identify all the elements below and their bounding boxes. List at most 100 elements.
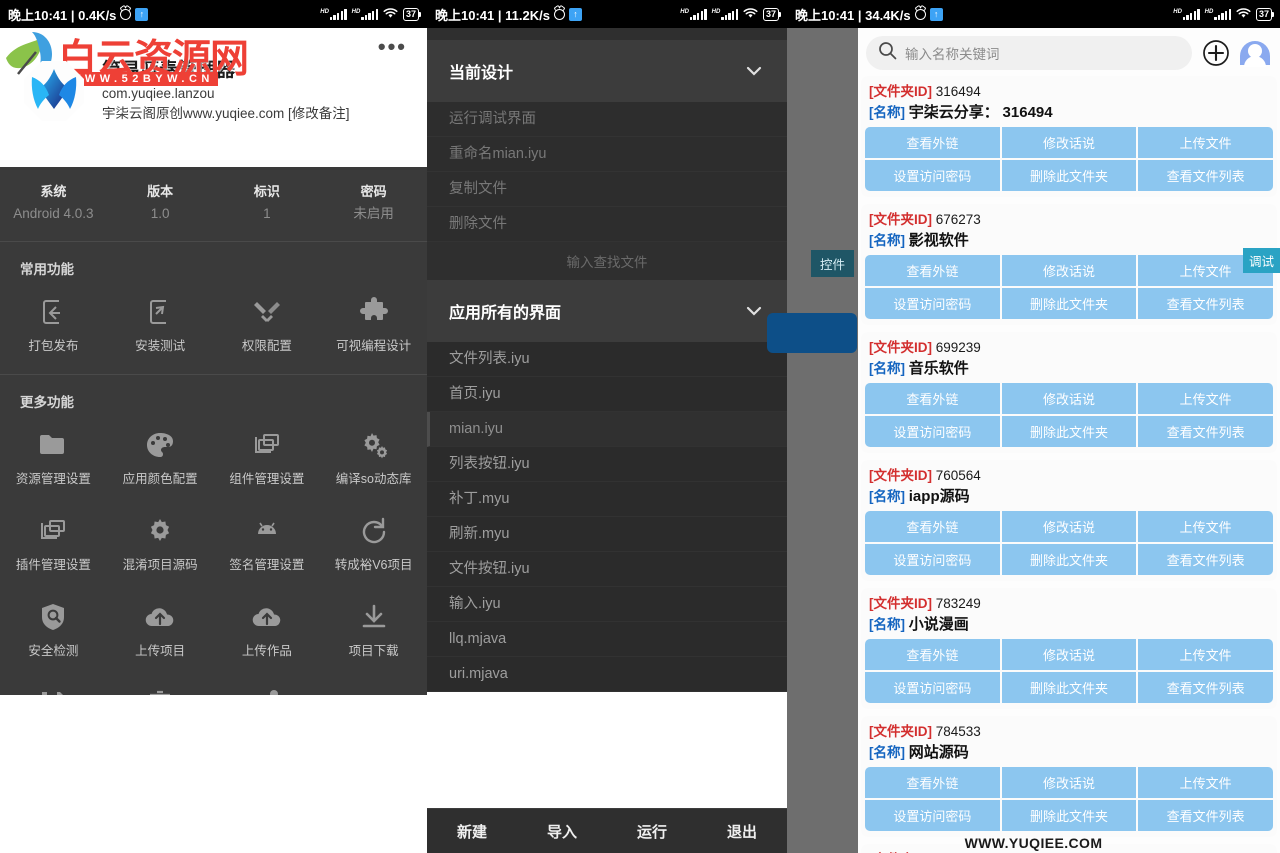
action-view-file-list[interactable]: 查看文件列表 bbox=[1138, 160, 1273, 191]
folder-name-line: [名称] iapp源码 bbox=[865, 486, 1273, 507]
action-delete-folder[interactable]: 删除此文件夹 bbox=[1001, 672, 1137, 703]
action-upload-file[interactable]: 上传文件 bbox=[1138, 127, 1273, 158]
folder-id-value: 676273 bbox=[935, 212, 981, 227]
search-icon bbox=[878, 41, 897, 65]
action-delete-folder[interactable]: 删除此文件夹 bbox=[1001, 160, 1137, 191]
action-view-link[interactable]: 查看外链 bbox=[865, 127, 1000, 158]
file-item[interactable]: uri.mjava bbox=[427, 657, 787, 692]
file-item[interactable]: 文件按钮.iyu bbox=[427, 552, 787, 587]
action-set-password[interactable]: 设置访问密码 bbox=[865, 288, 1000, 319]
action-view-link[interactable]: 查看外链 bbox=[865, 767, 1000, 798]
grid-item-signature-manage[interactable]: 签名管理设置 bbox=[214, 503, 321, 589]
grid-item-backup-project[interactable]: 备份项目 bbox=[0, 675, 107, 695]
file-item[interactable]: 输入.iyu bbox=[427, 587, 787, 622]
action-edit-desc[interactable]: 修改话说 bbox=[1001, 639, 1137, 670]
action-upload-file[interactable]: 上传文件 bbox=[1138, 639, 1273, 670]
toolbar-run-button[interactable]: 运行 bbox=[607, 821, 697, 842]
folder-name-value: 影视软件 bbox=[908, 232, 969, 249]
action-delete-folder[interactable]: 删除此文件夹 bbox=[1001, 288, 1137, 319]
app-icon bbox=[22, 59, 86, 123]
grid-item-package-publish[interactable]: 打包发布 bbox=[0, 284, 107, 370]
grid-item-delete-project[interactable]: 删除项目 bbox=[107, 675, 214, 695]
file-item[interactable]: 列表按钮.iyu bbox=[427, 447, 787, 482]
file-item[interactable]: 文件列表.iyu bbox=[427, 342, 787, 377]
spec-value: 1 bbox=[263, 206, 271, 221]
grid-item-component-manage[interactable]: 组件管理设置 bbox=[214, 417, 321, 503]
menu-item-delete-file[interactable]: 删除文件 bbox=[427, 207, 787, 242]
action-view-file-list[interactable]: 查看文件列表 bbox=[1138, 416, 1273, 447]
action-view-link[interactable]: 查看外链 bbox=[865, 639, 1000, 670]
chevron-down-icon[interactable] bbox=[743, 60, 765, 82]
grid-item-upload-work[interactable]: 上传作品 bbox=[214, 589, 321, 675]
action-edit-desc[interactable]: 修改话说 bbox=[1001, 511, 1137, 542]
grid-item-resource-manage[interactable]: 资源管理设置 bbox=[0, 417, 107, 503]
grid-item-install-test[interactable]: 安装测试 bbox=[107, 284, 214, 370]
grid-item-project-download[interactable]: 项目下载 bbox=[320, 589, 427, 675]
app-note[interactable]: 宇柒云阁原创www.yuqiee.com [修改备注] bbox=[102, 104, 350, 124]
action-delete-folder[interactable]: 删除此文件夹 bbox=[1001, 544, 1137, 575]
toolbar-import-button[interactable]: 导入 bbox=[517, 821, 607, 842]
group-header-all-interfaces[interactable]: 应用所有的界面 bbox=[427, 280, 787, 342]
action-view-file-list[interactable]: 查看文件列表 bbox=[1138, 288, 1273, 319]
action-edit-desc[interactable]: 修改话说 bbox=[1001, 767, 1137, 798]
chevron-down-icon[interactable] bbox=[743, 300, 765, 322]
grid-item-compile-so[interactable]: 编译so动态库 bbox=[320, 417, 427, 503]
grid-item-permission-config[interactable]: 权限配置 bbox=[214, 284, 321, 370]
toolbar-new-button[interactable]: 新建 bbox=[427, 821, 517, 842]
group-header-current-design[interactable]: 当前设计 bbox=[427, 40, 787, 102]
action-edit-desc[interactable]: 修改话说 bbox=[1001, 127, 1137, 158]
grid-item-label: 组件管理设置 bbox=[229, 472, 305, 486]
action-view-link[interactable]: 查看外链 bbox=[865, 383, 1000, 414]
action-view-file-list[interactable]: 查看文件列表 bbox=[1138, 544, 1273, 575]
file-item-selected[interactable]: mian.iyu bbox=[427, 412, 787, 447]
action-view-file-list[interactable]: 查看文件列表 bbox=[1138, 672, 1273, 703]
add-icon[interactable] bbox=[1202, 39, 1230, 67]
user-avatar-icon[interactable] bbox=[1240, 38, 1270, 68]
debug-chip-label[interactable]: 调试 bbox=[1242, 248, 1280, 273]
grid-item-convert-v6[interactable]: 转成裕V6项目 bbox=[320, 503, 427, 589]
signal-2-icon: HD bbox=[1205, 8, 1231, 20]
action-set-password[interactable]: 设置访问密码 bbox=[865, 800, 1000, 831]
action-upload-file[interactable]: 上传文件 bbox=[1138, 383, 1273, 414]
action-set-password[interactable]: 设置访问密码 bbox=[865, 160, 1000, 191]
file-item[interactable]: 刷新.myu bbox=[427, 517, 787, 552]
menu-item-copy-file[interactable]: 复制文件 bbox=[427, 172, 787, 207]
file-item[interactable]: llq.mjava bbox=[427, 622, 787, 657]
alarm-icon bbox=[914, 8, 926, 20]
grid-item-upload-project[interactable]: 上传项目 bbox=[107, 589, 214, 675]
grid-item-obfuscate-source[interactable]: 混淆项目源码 bbox=[107, 503, 214, 589]
grid-item-share-send[interactable]: 分享发送 bbox=[214, 675, 321, 695]
wifi-icon bbox=[743, 7, 758, 22]
grid-item-app-color[interactable]: 应用颜色配置 bbox=[107, 417, 214, 503]
menu-item-rename[interactable]: 重命名mian.iyu bbox=[427, 137, 787, 172]
status-bar-right-info: 晚上10:41 | 34.4K/s ↑ bbox=[795, 5, 943, 24]
action-view-link[interactable]: 查看外链 bbox=[865, 255, 1000, 286]
action-edit-desc[interactable]: 修改话说 bbox=[1001, 255, 1137, 286]
grid-item-security-check[interactable]: 安全检测 bbox=[0, 589, 107, 675]
action-view-file-list[interactable]: 查看文件列表 bbox=[1138, 800, 1273, 831]
action-upload-file[interactable]: 上传文件 bbox=[1138, 511, 1273, 542]
toolbar-exit-button[interactable]: 退出 bbox=[697, 821, 787, 842]
menu-item-run-debug[interactable]: 运行调试界面 bbox=[427, 102, 787, 137]
search-input[interactable]: 输入名称关键词 bbox=[866, 36, 1192, 70]
spec-version: 版本 1.0 bbox=[107, 181, 214, 225]
action-set-password[interactable]: 设置访问密码 bbox=[865, 672, 1000, 703]
background-blue-button[interactable] bbox=[767, 313, 857, 353]
action-set-password[interactable]: 设置访问密码 bbox=[865, 544, 1000, 575]
action-edit-desc[interactable]: 修改话说 bbox=[1001, 383, 1137, 414]
grid-item-plugin-manage[interactable]: 插件管理设置 bbox=[0, 503, 107, 589]
status-time-speed: 晚上10:41 | 0.4K/s bbox=[8, 7, 117, 23]
action-upload-file[interactable]: 上传文件 bbox=[1138, 767, 1273, 798]
file-item[interactable]: 补丁.myu bbox=[427, 482, 787, 517]
folder-id-value: 699239 bbox=[935, 340, 981, 355]
action-set-password[interactable]: 设置访问密码 bbox=[865, 416, 1000, 447]
grid-item-visual-programming[interactable]: 可视编程设计 bbox=[320, 284, 427, 370]
action-delete-folder[interactable]: 删除此文件夹 bbox=[1001, 416, 1137, 447]
spec-identifier: 标识 1 bbox=[214, 181, 321, 225]
overflow-menu-button[interactable]: ••• bbox=[378, 36, 407, 58]
file-search-input[interactable]: 输入查找文件 bbox=[427, 242, 787, 280]
action-view-link[interactable]: 查看外链 bbox=[865, 511, 1000, 542]
file-item[interactable]: 首页.iyu bbox=[427, 377, 787, 412]
action-delete-folder[interactable]: 删除此文件夹 bbox=[1001, 800, 1137, 831]
panel-cloud-file-manager: 晚上10:41 | 34.4K/s ↑ HD HD 37 控件 调试 输入名称关… bbox=[767, 0, 1280, 853]
